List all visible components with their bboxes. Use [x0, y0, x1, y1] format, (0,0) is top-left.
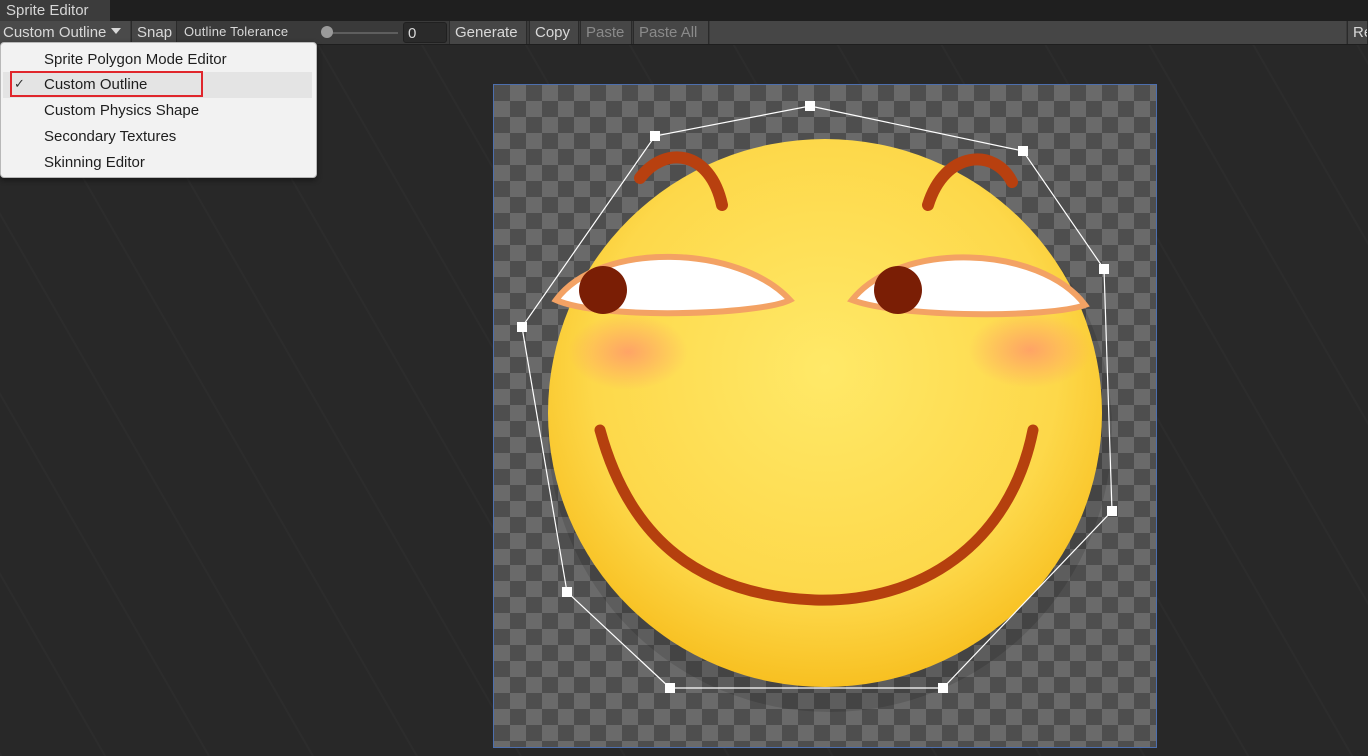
menu-item-sprite-polygon-mode-editor[interactable]: Sprite Polygon Mode Editor [3, 47, 312, 73]
outline-vertex-handle[interactable] [517, 322, 527, 332]
outline-tolerance-slider-thumb[interactable] [321, 26, 333, 38]
outline-vertex-handle[interactable] [1018, 146, 1028, 156]
copy-button[interactable]: Copy [529, 21, 579, 44]
sprite-frame[interactable] [493, 84, 1157, 748]
mode-select-label: Custom Outline [3, 24, 107, 41]
toolbar-empty-area [710, 21, 1346, 44]
outline-tolerance-slider-track[interactable] [326, 32, 398, 34]
menu-item-secondary-textures[interactable]: Secondary Textures [3, 124, 312, 150]
mode-dropdown-menu: Sprite Polygon Mode Editor ✓ Custom Outl… [0, 42, 317, 178]
generate-button[interactable]: Generate [449, 21, 527, 44]
outline-vertex-handle[interactable] [665, 683, 675, 693]
menu-item-skinning-editor[interactable]: Skinning Editor [3, 150, 312, 176]
sprite-editor-window: Sprite Editor Custom Outline Snap Outlin… [0, 0, 1368, 756]
snap-toggle[interactable]: Snap [131, 21, 177, 44]
menu-item-label: Custom Physics Shape [44, 102, 200, 119]
dropdown-arrow-icon [111, 28, 122, 35]
title-strip: Sprite Editor [0, 0, 1368, 21]
outline-tolerance-input[interactable]: 0 [403, 22, 447, 43]
paste-all-button[interactable]: Paste All [633, 21, 709, 44]
revert-button[interactable]: Re [1347, 21, 1368, 44]
highlight-annotation-box [10, 71, 203, 97]
menu-item-label: Secondary Textures [44, 128, 177, 145]
outline-vertex-handle[interactable] [650, 131, 660, 141]
menu-item-label: Skinning Editor [44, 154, 145, 171]
paste-button[interactable]: Paste [580, 21, 632, 44]
outline-vertex-handle[interactable] [1099, 264, 1109, 274]
menu-item-custom-physics-shape[interactable]: Custom Physics Shape [3, 98, 312, 124]
outline-vertex-handle[interactable] [938, 683, 948, 693]
window-tab-sprite-editor[interactable]: Sprite Editor [0, 0, 110, 21]
outline-tolerance-label: Outline Tolerance [184, 24, 289, 39]
outline-vertex-handle[interactable] [562, 587, 572, 597]
outline-vertex-handle[interactable] [805, 101, 815, 111]
outline-vertex-handle[interactable] [1107, 506, 1117, 516]
menu-item-label: Sprite Polygon Mode Editor [44, 51, 227, 68]
mode-select-dropdown[interactable]: Custom Outline [0, 21, 130, 44]
